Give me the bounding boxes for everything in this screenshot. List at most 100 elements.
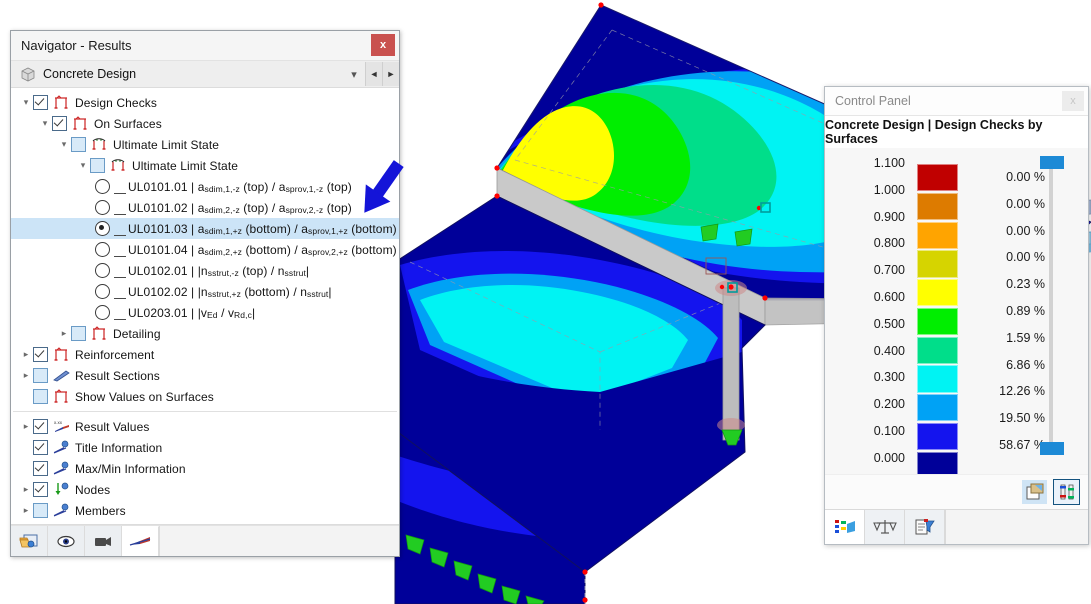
close-icon[interactable]: x	[1062, 91, 1084, 111]
tree-item-members[interactable]: Members	[11, 500, 399, 521]
tree-item-ul0102-02[interactable]: UL0102.02 | |nsstrut,+z (bottom) / nsstr…	[11, 281, 399, 302]
tree-item-label: Ultimate Limit State	[132, 159, 238, 173]
legend-swatch[interactable]	[917, 423, 958, 450]
control-panel-tabs[interactable]	[825, 509, 1088, 544]
checkbox-result-values[interactable]	[33, 419, 48, 434]
legend-swatch[interactable]	[917, 250, 958, 277]
checkbox-maxmin-information[interactable]	[33, 461, 48, 476]
radio-ul0102-01[interactable]	[95, 263, 110, 278]
checkbox-nodes[interactable]	[33, 482, 48, 497]
tree-item-values-on-surfaces[interactable]: Values on Surfaces	[11, 521, 399, 525]
tree-item-reinforcement[interactable]: Reinforcement	[11, 344, 399, 365]
checkbox-reinforcement[interactable]	[33, 347, 48, 362]
checkbox-members[interactable]	[33, 503, 48, 518]
tree-item-ul0101-03[interactable]: UL0101.03 | asdim,1,+z (bottom) / asprov…	[11, 218, 399, 239]
tree-item-title-information[interactable]: Title Information	[11, 437, 399, 458]
tab-color-spectrum[interactable]	[825, 510, 865, 544]
tree-item-uls-group[interactable]: Ultimate Limit State	[11, 134, 399, 155]
radio-ul0101-01[interactable]	[95, 179, 110, 194]
prev-button[interactable]: ◄	[365, 62, 382, 86]
checkbox-result-sections-1[interactable]	[33, 368, 48, 383]
tree-item-result-sections-1[interactable]: Result Sections	[11, 365, 399, 386]
tab-filter[interactable]	[905, 510, 945, 544]
slider-handle-bottom[interactable]	[1040, 442, 1064, 455]
chevron-right-icon[interactable]	[19, 506, 33, 515]
color-scale-edit-icon[interactable]	[1053, 479, 1080, 505]
chevron-down-icon[interactable]	[19, 98, 33, 107]
navigator-title: Navigator - Results	[21, 38, 132, 53]
legend-swatch[interactable]	[917, 193, 958, 220]
chevron-down-icon[interactable]	[38, 119, 52, 128]
tree-item-maxmin-information[interactable]: Max/Min Information	[11, 458, 399, 479]
tree-item-uls-sub[interactable]: Ultimate Limit State	[11, 155, 399, 176]
close-icon[interactable]: x	[371, 34, 395, 56]
chevron-right-icon[interactable]	[19, 485, 33, 494]
chevron-down-icon[interactable]	[57, 140, 71, 149]
control-panel-window[interactable]: Control Panel x Concrete Design | Design…	[824, 86, 1089, 545]
checkbox-design-checks[interactable]	[33, 95, 48, 110]
next-button[interactable]: ►	[382, 62, 399, 86]
radio-ul0203-01[interactable]	[95, 305, 110, 320]
checkbox-uls-sub[interactable]	[90, 158, 105, 173]
eye-glyph	[56, 534, 76, 549]
results-tree[interactable]: Design ChecksOn SurfacesUltimate Limit S…	[11, 88, 399, 525]
eye-icon[interactable]	[48, 526, 85, 556]
tree-item-ul0101-01[interactable]: UL0101.01 | asdim,1,-z (top) / asprov,1,…	[11, 176, 399, 197]
chevron-right-icon[interactable]	[19, 371, 33, 380]
tree-item-design-checks[interactable]: Design Checks	[11, 92, 399, 113]
results-arrow-icon[interactable]	[122, 526, 159, 556]
legend-color-swatches[interactable]	[917, 164, 958, 474]
legend-swatch[interactable]	[917, 164, 958, 191]
navigator-tab-toolbar[interactable]	[11, 525, 399, 556]
label-icon	[53, 461, 70, 476]
tree-item-label: UL0101.01 | asdim,1,-z (top) / asprov,1,…	[128, 180, 352, 194]
slider-handle-top[interactable]	[1040, 156, 1064, 169]
tab-factors[interactable]	[865, 510, 905, 544]
camera-icon[interactable]	[85, 526, 122, 556]
copy-panel-icon[interactable]	[1022, 480, 1047, 504]
chevron-down-icon[interactable]	[76, 161, 90, 170]
legend-percent: 1.59 %	[975, 325, 1045, 352]
navigator-results-window[interactable]: Navigator - Results x Concrete Design ▾ …	[10, 30, 400, 557]
checkbox-title-information[interactable]	[33, 440, 48, 455]
color-scale-legend[interactable]: 1.1001.0000.9000.8000.7000.6000.5000.400…	[825, 148, 1088, 474]
project-data-icon[interactable]	[11, 526, 48, 556]
legend-swatch[interactable]	[917, 365, 958, 392]
legend-range-slider[interactable]	[1044, 160, 1058, 450]
camera-glyph	[93, 535, 113, 548]
radio-ul0101-04[interactable]	[95, 242, 110, 257]
tree-item-ul0101-04[interactable]: UL0101.04 | asdim,2,+z (bottom) / asprov…	[11, 239, 399, 260]
legend-percent: 0.23 %	[975, 271, 1045, 298]
legend-swatch[interactable]	[917, 394, 958, 421]
legend-swatch[interactable]	[917, 337, 958, 364]
chevron-down-icon[interactable]: ▾	[343, 68, 365, 81]
tree-item-ul0203-01[interactable]: UL0203.01 | |vEd / vRd,c|	[11, 302, 399, 323]
chevron-right-icon[interactable]	[19, 350, 33, 359]
result-line-swatch	[114, 207, 128, 208]
tree-item-on-surfaces[interactable]: On Surfaces	[11, 113, 399, 134]
tree-item-nodes[interactable]: Nodes	[11, 479, 399, 500]
legend-swatch[interactable]	[917, 222, 958, 249]
tree-item-result-values[interactable]: x.xxResult Values	[11, 416, 399, 437]
radio-ul0101-02[interactable]	[95, 200, 110, 215]
tree-item-label: Max/Min Information	[75, 462, 186, 476]
design-check-icon	[72, 116, 89, 131]
checkbox-uls-group[interactable]	[71, 137, 86, 152]
checkbox-detailing[interactable]	[71, 326, 86, 341]
tree-item-ul0101-02[interactable]: UL0101.02 | asdim,2,-z (top) / asprov,2,…	[11, 197, 399, 218]
legend-swatch[interactable]	[917, 452, 958, 474]
control-panel-icon-row[interactable]	[825, 474, 1088, 509]
legend-swatch[interactable]	[917, 308, 958, 335]
chevron-right-icon[interactable]	[57, 329, 71, 338]
tree-item-detailing[interactable]: Detailing	[11, 323, 399, 344]
tree-item-show-values-surfaces[interactable]: Show Values on Surfaces	[11, 386, 399, 407]
design-type-combobox[interactable]: Concrete Design ▾ ◄ ►	[11, 61, 399, 88]
radio-ul0101-03[interactable]	[95, 221, 110, 236]
legend-swatch[interactable]	[917, 279, 958, 306]
checkbox-on-surfaces[interactable]	[52, 116, 67, 131]
tree-item-ul0102-01[interactable]: UL0102.01 | |nsstrut,-z (top) / nsstrut|	[11, 260, 399, 281]
radio-ul0102-02[interactable]	[95, 284, 110, 299]
chevron-right-icon[interactable]	[19, 422, 33, 431]
checkbox-values-on-surfaces[interactable]	[33, 524, 48, 525]
checkbox-show-values-surfaces[interactable]	[33, 389, 48, 404]
